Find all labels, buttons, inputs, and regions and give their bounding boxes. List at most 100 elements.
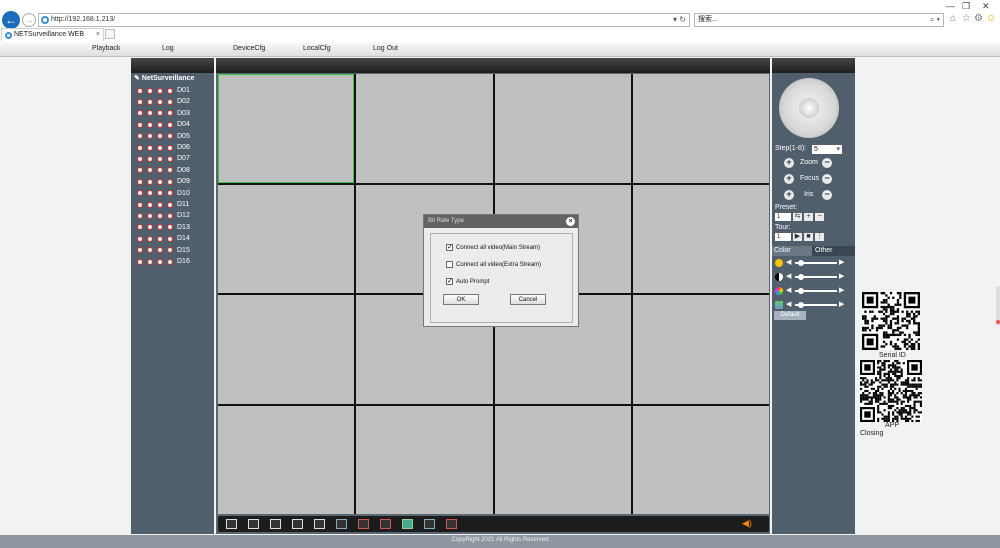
focus-out-button[interactable]: − xyxy=(822,174,832,184)
ptz-center-button[interactable] xyxy=(799,98,819,118)
video-cell[interactable] xyxy=(218,295,355,404)
home-icon[interactable]: ⌂ xyxy=(950,13,956,25)
camera-item[interactable]: D12 xyxy=(134,210,190,221)
contrast-slider[interactable]: ◀ ▶ xyxy=(775,273,853,281)
layout-1-icon[interactable] xyxy=(248,519,259,529)
settings-icon[interactable]: ⚙ xyxy=(974,13,983,25)
minimize-icon[interactable]: — xyxy=(946,2,955,11)
volume-icon[interactable]: ◀) xyxy=(742,519,753,529)
menu-logout[interactable]: Log Out xyxy=(373,45,398,52)
slider-knob[interactable] xyxy=(798,302,804,308)
video-cell[interactable] xyxy=(356,405,493,514)
video-cell[interactable] xyxy=(494,74,631,183)
layout-4-icon[interactable] xyxy=(270,519,281,529)
checkbox-box[interactable]: ✓ xyxy=(446,278,453,285)
cancel-button[interactable]: Cancel xyxy=(510,294,546,305)
layout-16-icon[interactable] xyxy=(314,519,325,529)
dialog-close-icon[interactable]: × xyxy=(566,217,575,226)
camera-item[interactable]: D05 xyxy=(134,131,190,142)
ptz-direction-pad[interactable] xyxy=(779,78,839,138)
closing-link[interactable]: Closing xyxy=(860,430,883,437)
arrow-right-icon[interactable]: ▶ xyxy=(839,273,844,281)
preset-goto-button[interactable]: ⇆ xyxy=(793,213,802,221)
auto-prompt-checkbox[interactable]: ✓ Auto Prompt xyxy=(446,278,596,286)
video-cell[interactable] xyxy=(632,405,769,514)
maximize-icon[interactable]: ❐ xyxy=(962,2,970,11)
camera-item[interactable]: D09 xyxy=(134,176,190,187)
camera-item[interactable]: D08 xyxy=(134,165,190,176)
browser-tab[interactable]: NETSurveillance WEB × xyxy=(1,28,104,41)
fullscreen-icon[interactable] xyxy=(226,519,237,529)
tab-other[interactable]: Other xyxy=(815,247,833,254)
forward-button[interactable]: → xyxy=(22,13,36,27)
checkbox-box[interactable]: ✓ xyxy=(446,244,453,251)
tour-play-button[interactable]: ▶ xyxy=(793,233,802,241)
slider-knob[interactable] xyxy=(798,288,804,294)
menu-localcfg[interactable]: LocalCfg xyxy=(303,45,331,52)
menu-log[interactable]: Log xyxy=(162,45,174,52)
tab-close-icon[interactable]: × xyxy=(96,29,100,41)
preset-remove-button[interactable]: − xyxy=(815,213,824,221)
camera-item[interactable]: D07 xyxy=(134,153,190,164)
tab-color[interactable]: Color xyxy=(772,246,812,256)
back-button[interactable]: ← xyxy=(2,11,20,29)
video-cell[interactable] xyxy=(632,295,769,404)
zoom-out-button[interactable]: − xyxy=(822,158,832,168)
camera-item[interactable]: D04 xyxy=(134,119,190,130)
hue-slider[interactable]: ◀ ▶ xyxy=(775,301,853,309)
zoom-in-button[interactable]: + xyxy=(784,158,794,168)
arrow-left-icon[interactable]: ◀ xyxy=(786,287,791,295)
camera-icon[interactable] xyxy=(424,519,435,529)
video-cell[interactable] xyxy=(494,405,631,514)
brightness-slider[interactable]: ◀ ▶ xyxy=(775,259,853,267)
camera-item[interactable]: D01 xyxy=(134,85,190,96)
slider-knob[interactable] xyxy=(798,260,804,266)
menu-playback[interactable]: Playback xyxy=(92,45,120,52)
focus-in-button[interactable]: + xyxy=(784,174,794,184)
iris-open-button[interactable]: + xyxy=(784,190,794,200)
close-all-icon[interactable] xyxy=(358,519,369,529)
video-cell[interactable] xyxy=(218,405,355,514)
camera-list-title[interactable]: ✎ NetSurveillance xyxy=(134,74,194,82)
arrow-right-icon[interactable]: ▶ xyxy=(839,287,844,295)
talk-icon[interactable] xyxy=(446,519,457,529)
camera-item[interactable]: D11 xyxy=(134,199,189,210)
arrow-right-icon[interactable]: ▶ xyxy=(839,259,844,267)
open-all-icon[interactable] xyxy=(336,519,347,529)
camera-item[interactable]: D16 xyxy=(134,256,190,267)
arrow-right-icon[interactable]: ▶ xyxy=(839,301,844,309)
saturation-slider[interactable]: ◀ ▶ xyxy=(775,287,853,295)
refresh-icon[interactable]: ▾ ↻ xyxy=(673,14,686,26)
tour-input[interactable]: 1 xyxy=(775,233,791,241)
camera-item[interactable]: D02 xyxy=(134,96,190,107)
video-cell[interactable] xyxy=(218,184,355,293)
snapshot-icon[interactable] xyxy=(380,519,391,529)
arrow-left-icon[interactable]: ◀ xyxy=(786,301,791,309)
arrow-left-icon[interactable]: ◀ xyxy=(786,273,791,281)
slider-knob[interactable] xyxy=(798,274,804,280)
close-window-icon[interactable]: ✕ xyxy=(982,2,990,11)
search-input[interactable]: 搜索... ⌕ ▾ xyxy=(694,13,944,27)
layout-9-icon[interactable] xyxy=(292,519,303,529)
preset-input[interactable]: 1 xyxy=(775,213,791,221)
camera-item[interactable]: D10 xyxy=(134,188,190,199)
video-cell[interactable] xyxy=(356,74,493,183)
tour-settings-button[interactable]: ⋮ xyxy=(815,233,824,241)
menu-devicecfg[interactable]: DeviceCfg xyxy=(233,45,265,52)
favorites-icon[interactable]: ☆ xyxy=(962,13,971,25)
extra-stream-checkbox[interactable]: Connect all video(Extra Stream) xyxy=(446,261,596,269)
arrow-left-icon[interactable]: ◀ xyxy=(786,259,791,267)
iris-close-button[interactable]: − xyxy=(822,190,832,200)
video-cell[interactable] xyxy=(632,184,769,293)
tour-stop-button[interactable]: ■ xyxy=(804,233,813,241)
camera-item[interactable]: D06 xyxy=(134,142,190,153)
address-url[interactable]: http://192.168.1.213/ xyxy=(51,16,115,23)
step-select[interactable]: 5 ▾ xyxy=(812,145,842,154)
video-cell[interactable] xyxy=(218,74,355,183)
camera-item[interactable]: D15 xyxy=(134,245,190,256)
preset-add-button[interactable]: + xyxy=(804,213,813,221)
ok-button[interactable]: OK xyxy=(443,294,479,305)
camera-item[interactable]: D03 xyxy=(134,108,190,119)
new-tab-button[interactable] xyxy=(105,29,115,39)
address-bar[interactable]: http://192.168.1.213/ ▾ ↻ xyxy=(38,13,690,27)
